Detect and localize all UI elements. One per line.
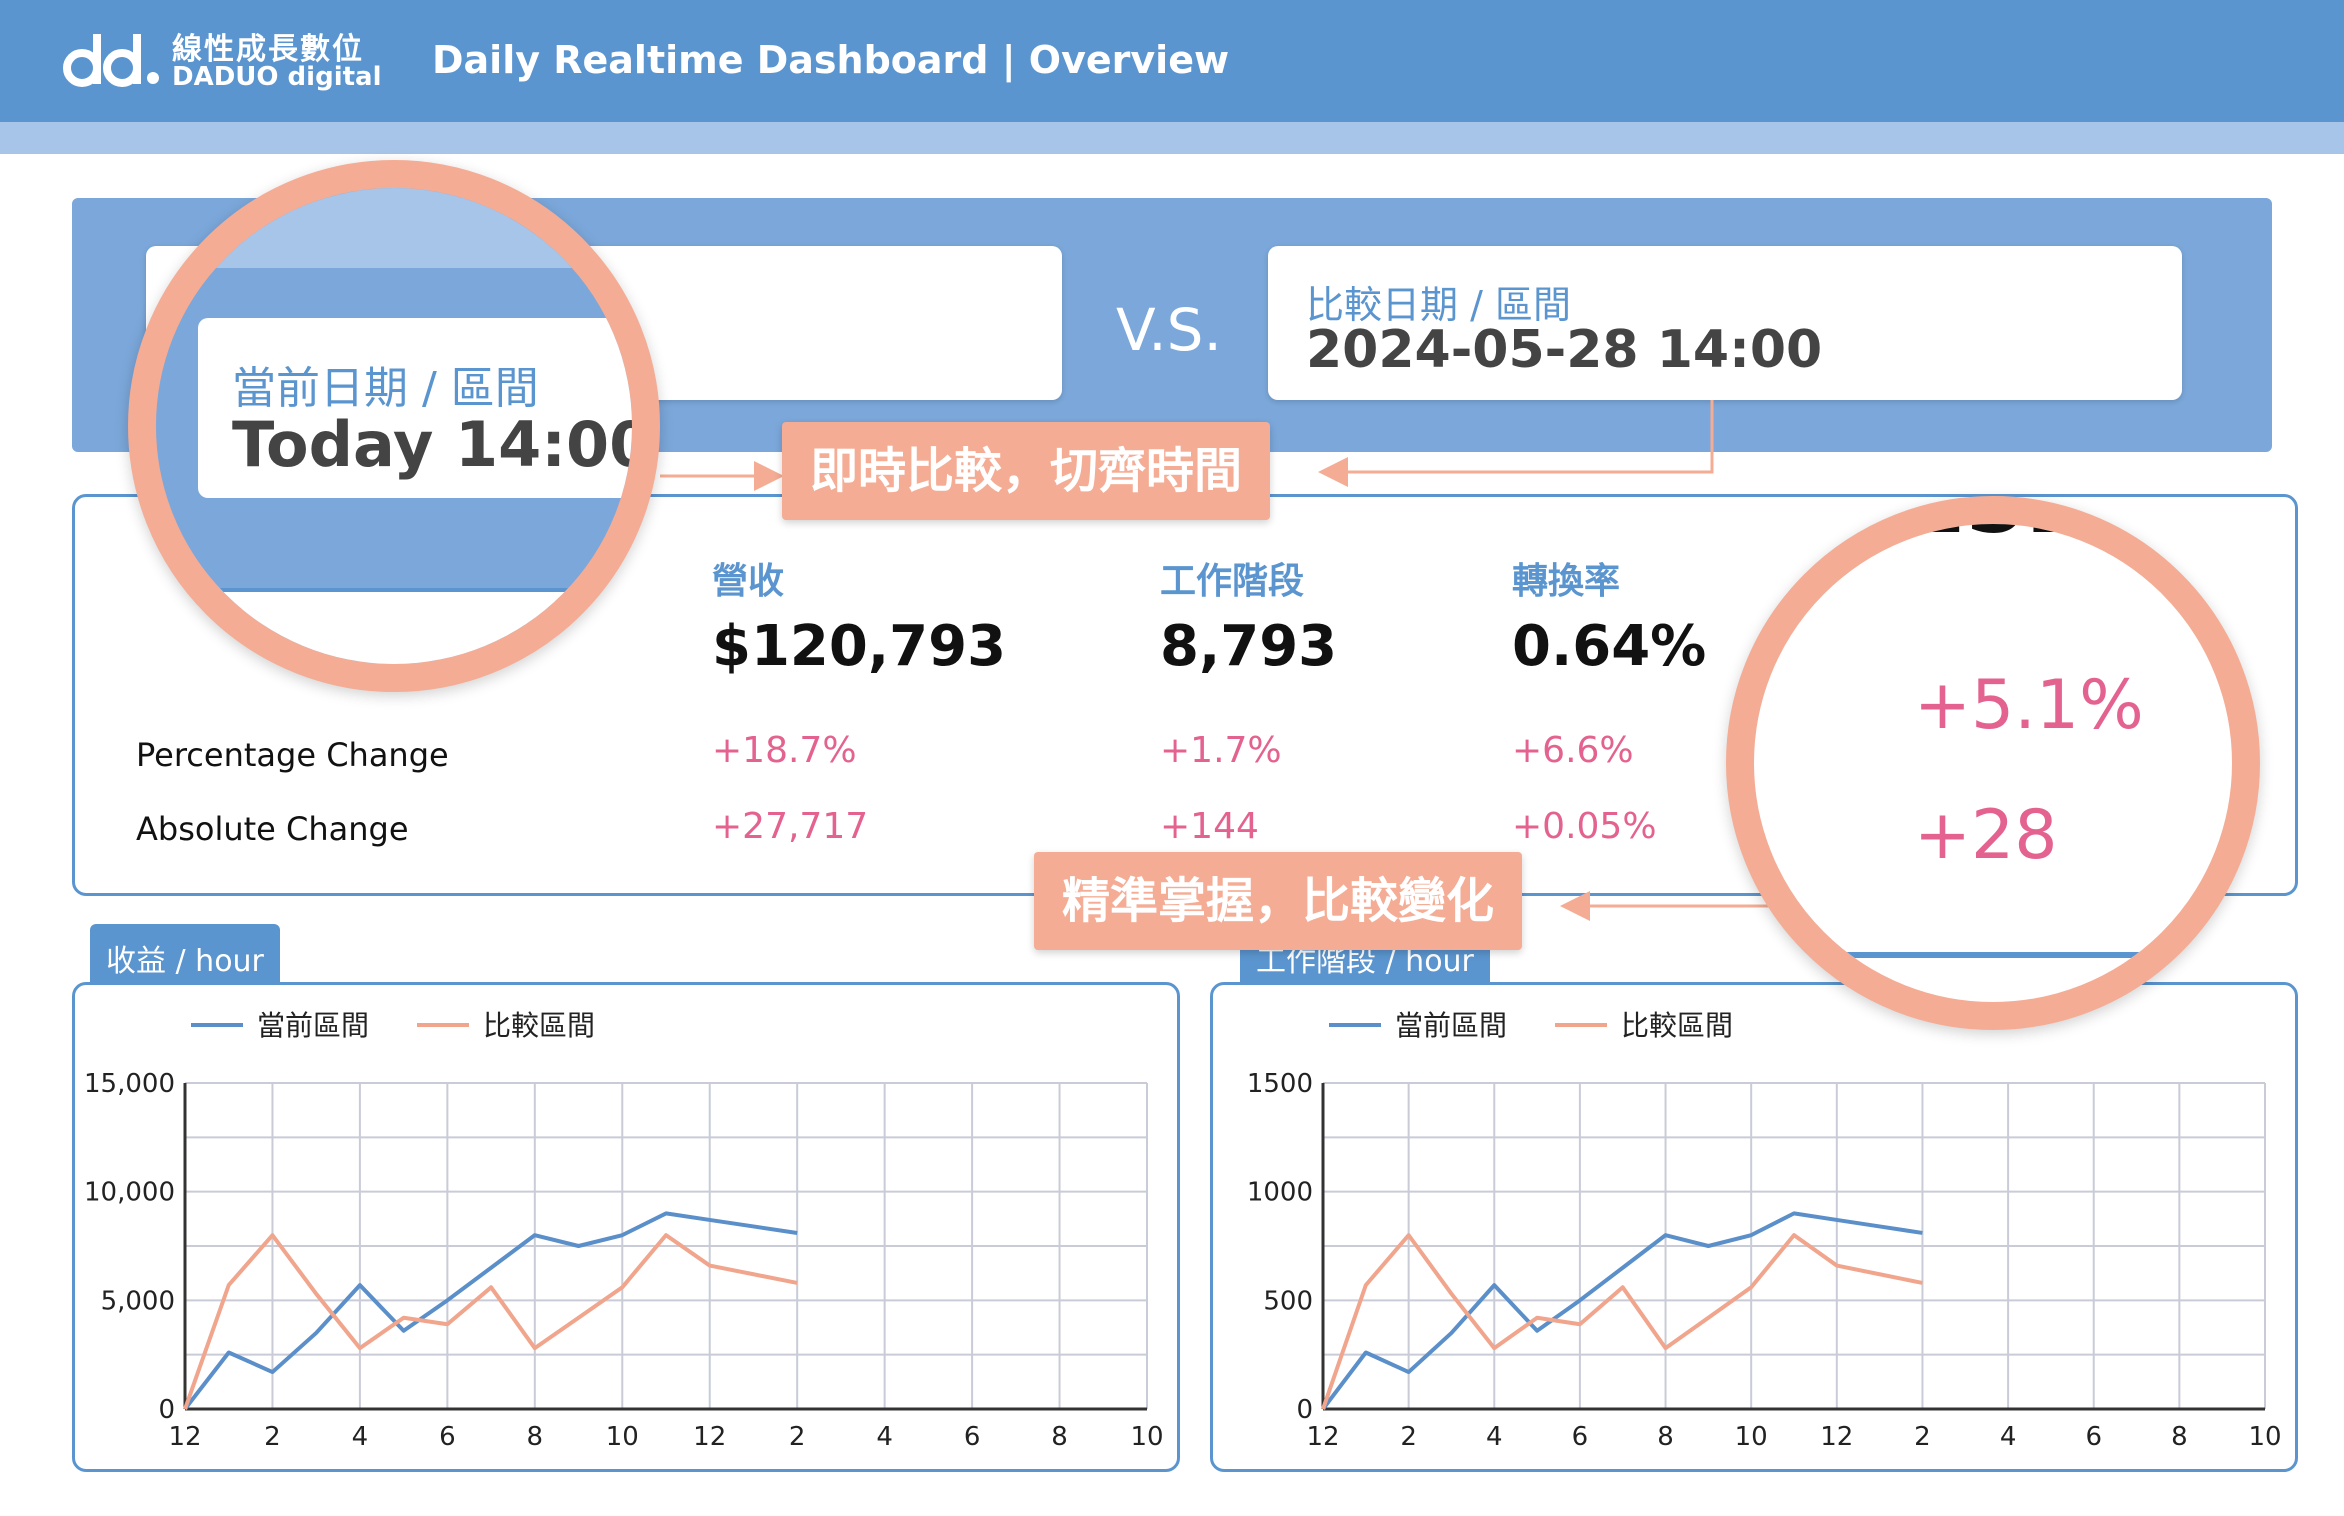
metric-label-conversion: 轉換率 [1512,561,1621,602]
vs-label: V.S. [1116,296,1222,364]
pct-change-conversion: +6.6% [1512,730,1634,771]
pct-change-revenue: +18.7% [712,730,857,771]
y-tick-label: 5,000 [101,1286,175,1316]
abs-change-conversion: +0.05% [1512,806,1657,847]
row-label-percentage-change: Percentage Change [136,736,449,774]
magnified-metric-value: 152 [1904,496,2088,553]
x-tick-label: 4 [876,1422,893,1452]
magnifier-metric-change: 152 +5.1% +28 [1726,496,2260,1030]
x-tick-label: 6 [2085,1422,2102,1452]
x-tick-label: 4 [352,1422,369,1452]
revenue-line-chart: 當前區間 比較區間 12 2 4 6 8 10 12 2 4 6 8 10 0 5,000 10,000 15,0… [84,1009,1164,1452]
x-tick-label: 12 [1306,1422,1339,1452]
row-label-absolute-change: Absolute Change [136,810,409,848]
metric-label-revenue: 營收 [712,561,785,602]
legend-label-0: 當前區間 [257,1009,369,1042]
x-tick-label: 2 [1914,1422,1931,1452]
x-tick-label: 10 [2248,1422,2281,1452]
x-tick-label: 4 [1486,1422,1503,1452]
revenue-chart-panel: 當前區間 比較區間 12 2 4 6 8 10 12 2 4 6 8 10 0 5,000 10,000 15,0… [72,982,1180,1472]
x-tick-label: 2 [789,1422,806,1452]
x-tick-label: 10 [1735,1422,1768,1452]
magnified-current-date-box[interactable]: 當前日期 / 區間 Today 14:00 [198,318,632,498]
callout-change-grasp: 精準掌握，比較變化 [1034,852,1523,950]
metric-label-sessions: 工作階段 [1160,561,1305,602]
page-title: Daily Realtime Dashboard | Overview [432,38,1230,82]
magnifier-card-border [216,588,576,592]
magnified-pct-change: +5.1% [1914,666,2144,745]
series-line-1 [183,1233,798,1410]
callout-time-align: 即時比較，切齊時間 [782,422,1271,520]
metric-value-conversion: 0.64% [1512,614,1707,679]
metric-value-sessions: 8,793 [1160,614,1338,679]
x-tick-label: 10 [1130,1422,1163,1452]
chart-tab-revenue[interactable]: 收益 / hour [90,924,280,986]
current-date-value: Today 14:00 [232,408,653,481]
x-tick-label: 8 [1657,1422,1674,1452]
logo-english-name: DADUO digital [172,62,382,92]
compare-date-selector[interactable]: 比較日期 / 區間 2024-05-28 14:00 [1268,246,2182,400]
sessions-chart-panel: 當前區間 比較區間 12 2 4 6 8 10 12 2 4 6 8 10 0 500 1000 1500 [1210,982,2298,1472]
y-tick-label: 15,000 [84,1069,175,1099]
metric-value-revenue: $120,793 [712,614,1007,679]
compare-date-value: 2024-05-28 14:00 [1306,320,1823,380]
x-tick-label: 2 [1400,1422,1417,1452]
abs-change-revenue: +27,717 [712,806,869,847]
legend-label-1: 比較區間 [1621,1009,1733,1042]
x-tick-label: 8 [527,1422,544,1452]
x-tick-label: 8 [1051,1422,1068,1452]
x-tick-label: 12 [168,1422,201,1452]
pct-change-sessions: +1.7% [1160,730,1282,771]
y-tick-label: 0 [1296,1395,1313,1425]
x-tick-label: 12 [1820,1422,1853,1452]
y-tick-label: 10,000 [84,1178,175,1208]
y-tick-label: 1000 [1247,1178,1313,1208]
legend-label-0: 當前區間 [1395,1009,1507,1042]
current-date-label: 當前日期 / 區間 [232,363,539,414]
x-tick-label: 2 [264,1422,281,1452]
header-subbar [0,122,2344,154]
daduo-logo-icon [63,34,159,87]
legend-label-1: 比較區間 [483,1009,595,1042]
x-tick-label: 10 [606,1422,639,1452]
magnifier-current-date: 當前日期 / 區間 Today 14:00 [128,160,660,692]
abs-change-sessions: +144 [1160,806,1259,847]
x-tick-label: 6 [439,1422,456,1452]
x-tick-label: 6 [1572,1422,1589,1452]
magnified-abs-change: +28 [1914,796,2058,875]
x-tick-label: 8 [2171,1422,2188,1452]
x-tick-label: 6 [964,1422,981,1452]
y-tick-label: 1500 [1247,1069,1313,1099]
sessions-line-chart: 當前區間 比較區間 12 2 4 6 8 10 12 2 4 6 8 10 0 500 1000 1500 [1247,1009,2282,1452]
magnifier-card-border [1794,952,2214,958]
series-line-1 [1321,1233,1923,1410]
x-tick-label: 4 [2000,1422,2017,1452]
x-tick-label: 12 [693,1422,726,1452]
top-header: 線性成長數位 DADUO digital Daily Realtime Dash… [0,0,2344,122]
magnifier-header-strip [156,188,632,268]
y-tick-label: 0 [158,1395,175,1425]
y-tick-label: 500 [1263,1286,1313,1316]
